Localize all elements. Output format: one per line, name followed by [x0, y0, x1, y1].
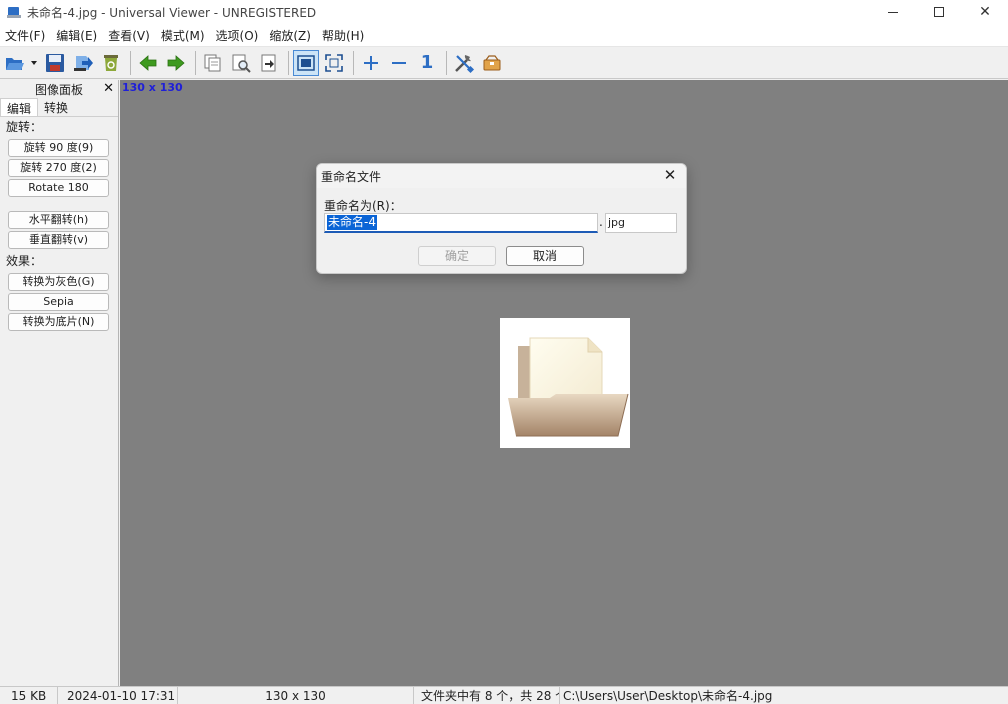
forward-arrow-icon [166, 53, 186, 73]
save-button[interactable] [42, 50, 68, 76]
status-file-size: 15 KB [0, 687, 58, 704]
panel-spacer [0, 199, 118, 209]
maximize-icon [934, 7, 944, 17]
status-date: 2024-01-10 17:31 [58, 687, 178, 704]
flip-vertical-button[interactable]: 垂直翻转(v) [8, 231, 109, 249]
title-bar: 未命名-4.jpg - Universal Viewer - UNREGISTE… [0, 0, 1008, 24]
back-arrow-icon [138, 53, 158, 73]
status-file-path: C:\Users\User\Desktop\未命名-4.jpg [560, 687, 772, 704]
fit-window-button[interactable] [293, 50, 319, 76]
menu-help[interactable]: 帮助(H) [319, 27, 367, 44]
cancel-button[interactable]: 取消 [506, 246, 584, 266]
plugins-button[interactable] [479, 50, 505, 76]
flip-horizontal-button[interactable]: 水平翻转(h) [8, 211, 109, 229]
zoom-in-button[interactable] [358, 50, 384, 76]
effects-label: 效果： [0, 251, 118, 271]
menu-file[interactable]: 文件(F) [2, 27, 48, 44]
status-bar: 15 KB 2024-01-10 17:31 130 x 130 文件夹中有 8… [0, 686, 1008, 704]
export-button[interactable] [256, 50, 282, 76]
dialog-title: 重命名文件 [321, 168, 381, 185]
tab-convert[interactable]: 转换 [38, 98, 74, 116]
next-button[interactable] [163, 50, 189, 76]
menu-mode[interactable]: 模式(M) [158, 27, 208, 44]
save-icon [45, 53, 65, 73]
actual-size-button[interactable]: 1 [414, 50, 440, 76]
panel-header: 图像面板 ✕ [0, 80, 118, 98]
toolbar-separator [446, 51, 447, 75]
chevron-down-icon [31, 61, 37, 65]
find-icon [231, 53, 251, 73]
rotate-270-button[interactable]: 旋转 270 度(2) [8, 159, 109, 177]
panel-tabs: 编辑 转换 [0, 98, 118, 117]
plugin-icon [481, 53, 503, 73]
panel-close-icon[interactable]: ✕ [103, 81, 114, 96]
status-dimensions: 130 x 130 [178, 687, 414, 704]
rotate-90-button[interactable]: 旋转 90 度(9) [8, 139, 109, 157]
copy-pages-button[interactable] [200, 50, 226, 76]
image-panel: 图像面板 ✕ 编辑 转换 旋转： 旋转 90 度(9) 旋转 270 度(2) … [0, 80, 119, 686]
minimize-icon [888, 12, 898, 13]
tools-icon [453, 52, 475, 74]
open-dropdown-button[interactable] [30, 50, 38, 76]
maximize-button[interactable] [916, 0, 962, 24]
zoom-in-icon [363, 55, 379, 71]
fullscreen-icon [325, 54, 343, 72]
rename-label: 重命名为(R)： [324, 197, 402, 214]
toolbar-separator [130, 51, 131, 75]
recycle-icon [101, 53, 121, 73]
extension-input[interactable]: jpg [605, 213, 677, 233]
open-button[interactable] [2, 50, 28, 76]
extension-separator: . [599, 215, 603, 229]
grayscale-button[interactable]: 转换为灰色(G) [8, 273, 109, 291]
close-window-button[interactable]: ✕ [962, 0, 1008, 24]
toolbar-separator [353, 51, 354, 75]
menu-bar: 文件(F) 编辑(E) 查看(V) 模式(M) 选项(O) 缩放(Z) 帮助(H… [0, 24, 1008, 47]
filename-selected-text: 未命名-4 [327, 215, 377, 230]
ok-button[interactable]: 确定 [418, 246, 496, 266]
recycle-button[interactable] [98, 50, 124, 76]
negative-button[interactable]: 转换为底片(N) [8, 313, 109, 331]
find-button[interactable] [228, 50, 254, 76]
zoom-out-button[interactable] [386, 50, 412, 76]
panel-title: 图像面板 [35, 81, 83, 98]
folder-document-image [500, 318, 630, 448]
filename-input[interactable]: 未命名-4 [324, 213, 598, 233]
toolbar: 1 [0, 47, 1008, 79]
minimize-button[interactable] [870, 0, 916, 24]
rotate-label: 旋转： [0, 117, 118, 137]
status-file-count: 文件夹中有 8 个，共 28 个 [414, 687, 560, 704]
actual-size-icon: 1 [421, 52, 434, 73]
toolbar-separator [195, 51, 196, 75]
export-icon [259, 53, 279, 73]
menu-view[interactable]: 查看(V) [105, 27, 153, 44]
menu-zoom[interactable]: 缩放(Z) [266, 27, 314, 44]
app-icon [7, 5, 21, 19]
window-title: 未命名-4.jpg - Universal Viewer - UNREGISTE… [27, 4, 316, 21]
toolbar-separator [288, 51, 289, 75]
window-controls: ✕ [870, 0, 1008, 24]
open-folder-icon [4, 53, 26, 73]
previous-button[interactable] [135, 50, 161, 76]
save-as-icon [72, 53, 94, 73]
fullscreen-button[interactable] [321, 50, 347, 76]
tools-button[interactable] [451, 50, 477, 76]
rotate-180-button[interactable]: Rotate 180 [8, 179, 109, 197]
dialog-title-bar: 重命名文件 ✕ [317, 164, 686, 188]
rename-dialog: 重命名文件 ✕ 重命名为(R)： 未命名-4 . jpg 确定 取消 [316, 163, 687, 274]
dialog-close-icon[interactable]: ✕ [661, 166, 679, 184]
image-dimensions-label: 130 x 130 [122, 81, 183, 94]
menu-options[interactable]: 选项(O) [213, 27, 262, 44]
zoom-out-icon [391, 55, 407, 71]
sepia-button[interactable]: Sepia [8, 293, 109, 311]
displayed-image [500, 318, 630, 448]
tab-edit[interactable]: 编辑 [0, 98, 38, 116]
fit-window-icon [297, 55, 315, 71]
menu-edit[interactable]: 编辑(E) [53, 27, 100, 44]
copy-pages-icon [203, 53, 223, 73]
save-as-button[interactable] [70, 50, 96, 76]
